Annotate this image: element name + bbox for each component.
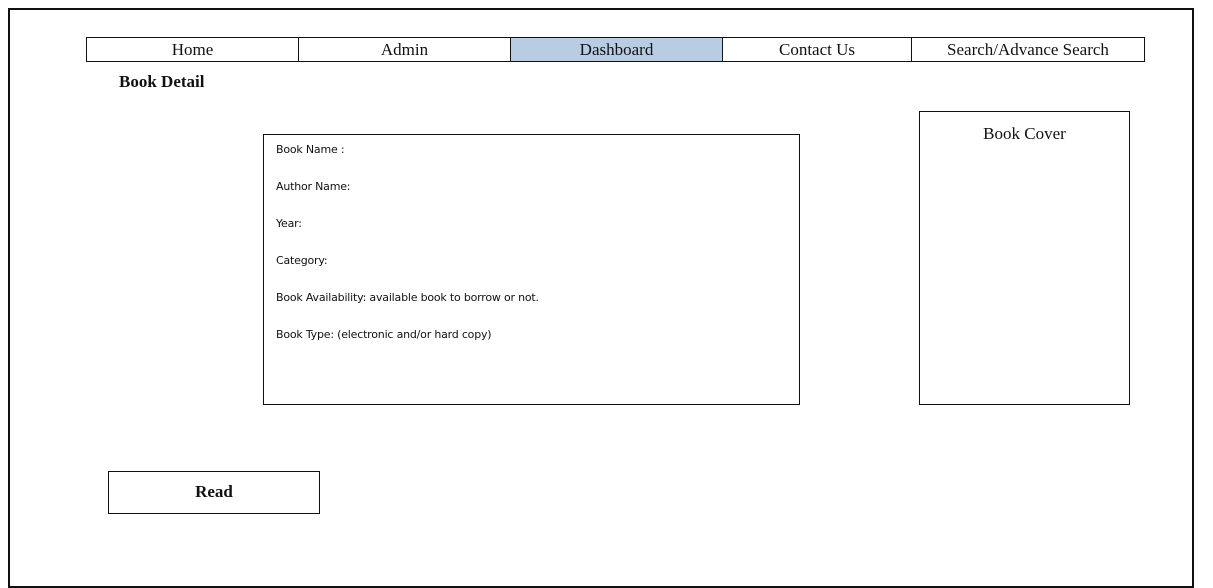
category-field: Category: [276, 254, 328, 267]
nav-item-admin[interactable]: Admin [299, 38, 511, 61]
nav-item-dashboard[interactable]: Dashboard [511, 38, 723, 61]
read-button-label: Read [195, 482, 233, 501]
author-name-field: Author Name: [276, 180, 351, 193]
book-availability-field: Book Availability: available book to bor… [276, 291, 539, 304]
nav-item-home[interactable]: Home [87, 38, 299, 61]
book-cover-panel: Book Cover [919, 111, 1130, 405]
book-type-field: Book Type: (electronic and/or hard copy) [276, 328, 492, 341]
book-cover-label: Book Cover [983, 124, 1066, 143]
year-field: Year: [276, 217, 302, 230]
nav-item-contact-us[interactable]: Contact Us [723, 38, 912, 61]
read-button[interactable]: Read [108, 471, 320, 514]
book-details-panel: Book Name : Author Name: Year: Category:… [263, 134, 800, 405]
page-title: Book Detail [119, 72, 205, 91]
book-name-field: Book Name : [276, 143, 345, 156]
nav-item-search[interactable]: Search/Advance Search [912, 38, 1144, 61]
main-navigation: Home Admin Dashboard Contact Us Search/A… [86, 37, 1145, 62]
